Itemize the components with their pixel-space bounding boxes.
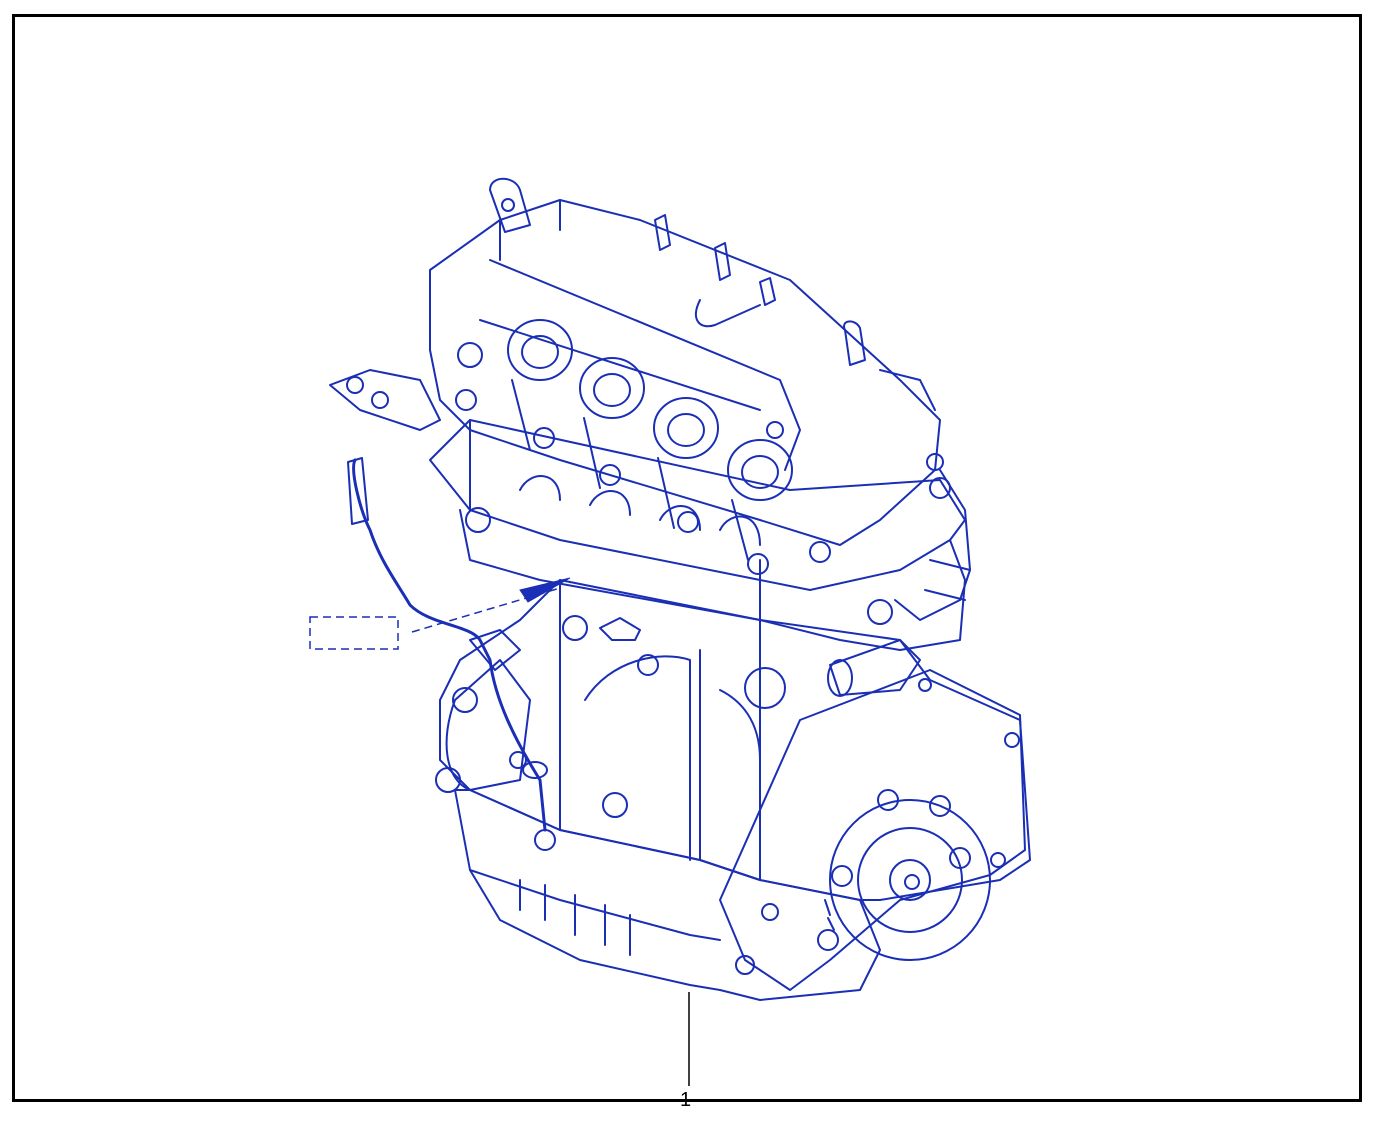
oil-pan	[454, 789, 881, 1001]
callout-number-1: 1	[680, 1089, 692, 1111]
dashed-callout-box	[309, 616, 399, 650]
spark-plug-well-3	[653, 397, 719, 459]
spark-plug-well-2	[579, 357, 645, 419]
flywheel-housing	[719, 669, 1026, 991]
side-housing	[445, 659, 531, 791]
engine-assembly-drawing	[309, 177, 1031, 1086]
cylinder-block	[439, 579, 1031, 901]
spark-plug-well-4	[727, 439, 793, 501]
valve-cover	[429, 199, 941, 546]
crankshaft-pulley	[829, 799, 991, 961]
cylinder-head	[429, 419, 966, 591]
mounting-bracket	[329, 369, 441, 431]
spark-plug-well-1	[507, 319, 573, 381]
engine-line-art	[329, 177, 1031, 1001]
sensor	[599, 617, 641, 641]
